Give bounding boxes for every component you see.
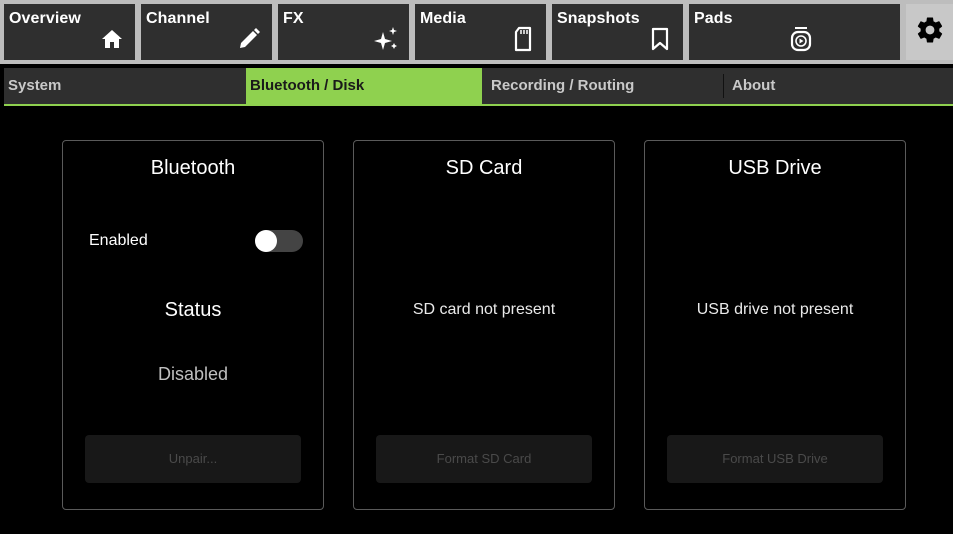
bluetooth-panel: Bluetooth Enabled Status Disabled Unpair…	[62, 140, 324, 510]
format-sd-card-button[interactable]: Format SD Card	[376, 435, 592, 483]
tab-channel[interactable]: Channel	[141, 4, 272, 60]
sub-tab-bar: System Bluetooth / Disk Recording / Rout…	[4, 68, 953, 106]
tab-snapshots[interactable]: Snapshots	[552, 4, 683, 60]
settings-button[interactable]	[906, 4, 953, 60]
usb-drive-message: USB drive not present	[696, 301, 854, 318]
bluetooth-enabled-label: Enabled	[89, 232, 148, 249]
pencil-icon	[236, 26, 262, 52]
sd-card-icon	[510, 26, 536, 52]
top-tab-bar: Overview Channel FX Media Snapshots Pads	[0, 0, 953, 64]
bookmark-icon	[647, 26, 673, 52]
format-usb-drive-button[interactable]: Format USB Drive	[667, 435, 883, 483]
gear-icon	[915, 15, 945, 50]
sparkle-icon	[373, 26, 399, 52]
tab-channel-label: Channel	[146, 10, 210, 27]
tab-about[interactable]: About	[728, 68, 953, 104]
tab-bluetooth-disk[interactable]: Bluetooth / Disk	[246, 68, 482, 104]
home-icon	[99, 26, 125, 52]
tab-overview-label: Overview	[9, 10, 81, 27]
tab-overview[interactable]: Overview	[4, 4, 135, 60]
usb-drive-panel: USB Drive USB drive not present Format U…	[644, 140, 906, 510]
unpair-button[interactable]: Unpair...	[85, 435, 301, 483]
tab-pads[interactable]: Pads	[689, 4, 900, 60]
bluetooth-status-value: Disabled	[157, 364, 229, 384]
tab-pads-label: Pads	[694, 10, 733, 27]
bluetooth-enabled-toggle[interactable]	[255, 230, 303, 252]
tab-media-label: Media	[420, 10, 466, 27]
sd-card-title: SD Card	[445, 157, 523, 179]
tab-fx-label: FX	[283, 10, 304, 27]
bluetooth-title: Bluetooth	[150, 157, 236, 179]
play-pad-icon	[788, 26, 814, 52]
tab-media[interactable]: Media	[415, 4, 546, 60]
tab-recording-routing[interactable]: Recording / Routing	[487, 68, 723, 104]
bluetooth-status-title: Status	[164, 299, 222, 321]
tab-snapshots-label: Snapshots	[557, 10, 640, 27]
sd-card-message: SD card not present	[412, 301, 556, 318]
tab-divider	[723, 74, 724, 98]
tab-system[interactable]: System	[4, 68, 242, 104]
usb-drive-title: USB Drive	[728, 157, 822, 179]
tab-fx[interactable]: FX	[278, 4, 409, 60]
sd-card-panel: SD Card SD card not present Format SD Ca…	[353, 140, 615, 510]
toggle-knob	[255, 230, 277, 252]
